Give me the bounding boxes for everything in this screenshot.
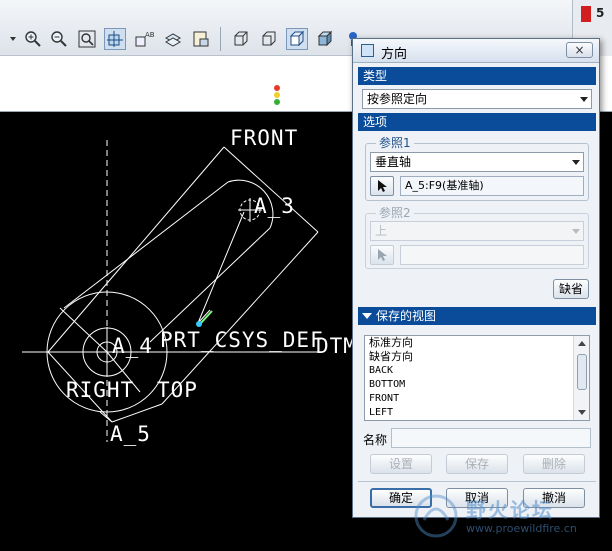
reference1-selection-field[interactable]: A_5:F9(基准轴) [400,176,584,196]
list-item[interactable]: BACK [365,364,589,378]
scroll-thumb[interactable] [577,354,587,390]
type-select[interactable]: 按参照定向 [362,89,592,109]
name-label: 名称 [363,433,388,447]
default-button[interactable]: 缺省 [553,279,589,299]
list-item[interactable]: BOTTOM [365,378,589,392]
list-item[interactable]: LEFT [365,406,589,420]
reference2-direction-select[interactable]: 上 [370,221,584,241]
bottom-edge [99,411,113,423]
arm-edge [63,181,229,309]
close-button[interactable]: × [566,42,593,58]
reference2-label: 参照2 [376,206,414,220]
saved-views-scrollbar[interactable] [573,336,589,420]
chevron-down-icon [580,97,588,102]
reference2-select-button[interactable] [370,245,394,265]
type-section-header: 类型 [358,67,596,85]
shading-icon[interactable] [314,28,336,50]
axis-a4-label: A_4 [112,334,153,358]
reorient-icon[interactable] [104,28,126,50]
dialog-titlebar[interactable]: 方向 × [353,39,599,63]
no-hidden-icon[interactable] [286,28,308,50]
delete-button[interactable]: 删除 [523,454,585,474]
saved-views-icon[interactable]: AB [134,28,156,50]
csys-label: PRT_CSYS_DEF [160,328,324,352]
save-button[interactable]: 保存 [446,454,508,474]
saved-views-section-header[interactable]: 保存的视图 [358,307,596,325]
zoom-in-icon[interactable] [22,28,44,50]
layers-icon[interactable] [162,28,184,50]
saved-views-list[interactable]: 标准方向 缺省方向 BACK BOTTOM FRONT LEFT [364,335,590,421]
scroll-down-icon[interactable] [578,410,586,415]
right-plane-label: RIGHT [66,378,135,402]
type-select-value: 按参照定向 [367,92,428,106]
front-plane-edge [111,403,163,423]
list-item[interactable]: FRONT [365,392,589,406]
orientation-dialog: 方向 × 类型 按参照定向 选项 参照1 垂直轴 A_5:F9(基准轴) 参照2… [352,38,600,518]
wireframe-icon[interactable] [230,28,252,50]
set-button[interactable]: 设置 [370,454,432,474]
refit-icon[interactable] [76,28,98,50]
reference1-select-button[interactable] [370,176,394,196]
traffic-light-icon[interactable] [271,84,283,109]
name-input[interactable] [391,428,591,448]
dialog-divider [358,481,596,482]
chevron-down-icon [572,229,580,234]
list-item[interactable]: 标准方向 [365,336,589,350]
top-plane-label: TOP [157,378,198,402]
arm-edge [149,227,271,343]
ok-button[interactable]: 确定 [370,488,432,508]
scroll-up-icon[interactable] [578,341,586,346]
hidden-line-icon[interactable] [258,28,280,50]
reference1-label: 参照1 [376,136,414,150]
dropdown-arrow-icon[interactable] [2,28,24,50]
arrow-cursor-icon [378,180,387,192]
revert-button[interactable]: 撤消 [523,488,585,508]
list-item[interactable]: 缺省方向 [365,350,589,364]
svg-text:AB: AB [145,31,155,39]
dialog-window-icon [361,44,374,57]
red-badge [581,6,591,22]
view-manager-icon[interactable] [190,28,212,50]
right-badge-number: 5 [596,6,605,20]
dtm-label: DTM [316,334,357,358]
arrow-cursor-icon [378,249,387,261]
collapse-triangle-icon [362,313,372,319]
reference1-direction-value: 垂直轴 [375,155,412,169]
chevron-down-icon [572,160,580,165]
front-plane-label: FRONT [230,126,299,150]
toolbar-separator [220,27,221,51]
axis-a5-label: A_5 [110,422,151,446]
front-plane-edge [223,146,319,233]
axis-a3-label: A_3 [254,194,295,218]
dialog-title: 方向 [381,47,408,62]
reference1-direction-select[interactable]: 垂直轴 [370,152,584,172]
options-section-header: 选项 [358,113,596,131]
cancel-button[interactable]: 取消 [446,488,508,508]
zoom-out-icon[interactable] [48,28,70,50]
reference2-selection-field[interactable] [400,245,584,265]
csys-point [196,321,202,327]
saved-views-title: 保存的视图 [376,309,437,323]
slot-guide [197,211,245,324]
reference2-direction-value: 上 [375,224,388,238]
